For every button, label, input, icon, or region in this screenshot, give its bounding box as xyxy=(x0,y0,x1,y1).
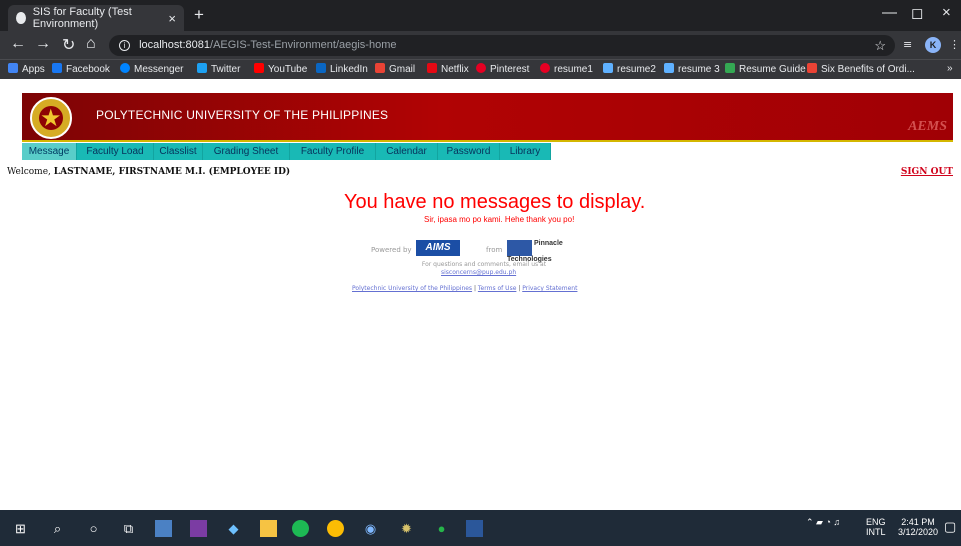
bookmark-twitter[interactable]: Twitter xyxy=(197,63,240,75)
windows-taskbar: ⊞ ⌕ ○ ⧉ ◆ ◉ ✹ ● ⌃ ▰ ◔ ♫ ENG INTL 2:41 PM 3… xyxy=(0,510,961,546)
bookmark-resume-guide[interactable]: Resume Guide xyxy=(725,63,806,75)
close-tab-icon[interactable]: × xyxy=(168,11,176,26)
app-icon[interactable]: ● xyxy=(433,520,450,537)
message-subtext: Sir, ipasa mo po kami. Hehe thank you po… xyxy=(424,215,575,224)
chrome-icon[interactable] xyxy=(327,520,344,537)
minimize-icon[interactable]: — xyxy=(882,4,897,21)
app-icon[interactable]: ◆ xyxy=(225,520,242,537)
file-explorer-icon[interactable] xyxy=(260,520,277,537)
bookmark-star-icon[interactable]: ☆ xyxy=(874,38,886,54)
start-icon[interactable]: ⊞ xyxy=(12,520,29,537)
more-bookmarks-icon[interactable]: » xyxy=(947,63,953,74)
tab-library[interactable]: Library xyxy=(500,143,551,160)
bookmark-resume2[interactable]: resume2 xyxy=(603,63,656,75)
cortana-icon[interactable]: ○ xyxy=(85,520,102,537)
reload-icon[interactable]: ↻ xyxy=(62,35,75,55)
new-tab-button[interactable]: + xyxy=(194,5,204,25)
browser-icon[interactable]: ◉ xyxy=(362,520,379,537)
url-host: localhost:8081 xyxy=(139,39,211,51)
onenote-icon[interactable] xyxy=(190,520,207,537)
home-icon[interactable]: ⌂ xyxy=(86,35,96,53)
privacy-statement-link[interactable]: Privacy Statement xyxy=(522,285,577,292)
support-email-link[interactable]: sisconcerns@pup.edu.ph xyxy=(441,269,516,276)
powered-by: Powered by AIMS from Pinnacle Technologi… xyxy=(371,239,591,263)
close-window-icon[interactable]: × xyxy=(942,4,951,21)
active-tab[interactable]: SIS for Faculty (Test Environment) × xyxy=(8,5,184,31)
university-seal-icon: ★ xyxy=(30,97,72,139)
bookmark-six-benefits[interactable]: Six Benefits of Ordi... xyxy=(807,63,915,75)
tab-calendar[interactable]: Calendar xyxy=(376,143,438,160)
welcome-prefix: Welcome, xyxy=(7,167,54,177)
tab-title: SIS for Faculty (Test Environment) xyxy=(32,6,132,30)
settings-icon[interactable]: ✹ xyxy=(398,520,415,537)
bookmark-messenger[interactable]: Messenger xyxy=(120,63,183,75)
footer-links: Polytechnic University of the Philippine… xyxy=(352,285,578,292)
bookmarks-bar: Apps Facebook Messenger Twitter YouTube … xyxy=(0,59,961,79)
system-tray-icons[interactable]: ⌃ ▰ ◔ ♫ xyxy=(806,517,840,528)
bookmark-resume1[interactable]: resume1 xyxy=(540,63,593,75)
bookmark-youtube[interactable]: YouTube xyxy=(254,63,307,75)
university-name: POLYTECHNIC UNIVERSITY OF THE PHILIPPINE… xyxy=(96,108,389,122)
aims-logo: AIMS xyxy=(416,240,460,256)
bookmark-pinterest[interactable]: Pinterest xyxy=(476,63,529,75)
tab-grading-sheet[interactable]: Grading Sheet xyxy=(203,143,290,160)
address-bar[interactable]: i localhost:8081/AEGIS-Test-Environment/… xyxy=(109,35,895,56)
terms-of-use-link[interactable]: Terms of Use xyxy=(478,285,516,292)
extensions-icon[interactable]: ≡ xyxy=(903,38,912,51)
input-language[interactable]: ENG INTL xyxy=(866,517,886,537)
url-path: /AEGIS-Test-Environment/aegis-home xyxy=(210,39,397,51)
clock[interactable]: 2:41 PM 3/12/2020 xyxy=(898,517,938,537)
forward-icon[interactable]: → xyxy=(35,35,51,53)
university-banner: ★ POLYTECHNIC UNIVERSITY OF THE PHILIPPI… xyxy=(22,93,953,142)
search-icon[interactable]: ⌕ xyxy=(49,520,66,537)
bookmark-facebook[interactable]: Facebook xyxy=(52,63,110,75)
powered-by-label: Powered by xyxy=(371,246,412,254)
pinnacle-logo: Pinnacle Technologies xyxy=(507,240,563,263)
welcome-message: Welcome, LASTNAME, FIRSTNAME M.I. (EMPLO… xyxy=(7,167,290,177)
spotify-icon[interactable] xyxy=(292,520,309,537)
bookmark-resume3[interactable]: resume 3 xyxy=(664,63,720,75)
back-icon[interactable]: ← xyxy=(10,35,26,53)
user-name: LASTNAME, FIRSTNAME M.I. (EMPLOYEE ID) xyxy=(53,167,291,177)
profile-avatar[interactable]: K xyxy=(925,37,941,53)
questions-text: For questions and comments, email us at xyxy=(421,261,547,268)
bookmark-gmail[interactable]: Gmail xyxy=(375,63,415,75)
tab-faculty-load[interactable]: Faculty Load xyxy=(77,143,154,160)
page-content: ★ POLYTECHNIC UNIVERSITY OF THE PHILIPPI… xyxy=(0,79,961,510)
browser-tab-strip: SIS for Faculty (Test Environment) × + —… xyxy=(0,0,961,31)
bookmark-netflix[interactable]: Netflix xyxy=(427,63,469,75)
site-icon xyxy=(16,12,26,24)
site-info-icon[interactable]: i xyxy=(119,40,130,51)
word-icon[interactable] xyxy=(466,520,483,537)
no-messages-text: You have no messages to display. xyxy=(344,191,646,213)
tab-message[interactable]: Message xyxy=(22,143,77,160)
menu-icon[interactable]: ⋮ xyxy=(949,38,960,51)
main-navigation: Message Faculty Load Classlist Grading S… xyxy=(22,143,551,160)
bookmark-linkedin[interactable]: LinkedIn xyxy=(316,63,368,75)
sign-out-link[interactable]: SIGN OUT xyxy=(901,167,953,177)
browser-toolbar: ← → ↻ ⌂ i localhost:8081/AEGIS-Test-Envi… xyxy=(0,31,961,59)
tab-faculty-profile[interactable]: Faculty Profile xyxy=(290,143,376,160)
tab-password[interactable]: Password xyxy=(438,143,500,160)
from-label: from xyxy=(486,246,503,254)
tab-classlist[interactable]: Classlist xyxy=(154,143,203,160)
bookmark-apps[interactable]: Apps xyxy=(8,63,45,75)
task-view-icon[interactable]: ⧉ xyxy=(120,520,137,537)
footer-university-link[interactable]: Polytechnic University of the Philippine… xyxy=(352,285,472,292)
system-logo: AEMS xyxy=(908,119,947,134)
notifications-icon[interactable]: ▢ xyxy=(944,519,956,535)
app-icon[interactable] xyxy=(155,520,172,537)
restore-icon[interactable]: ◻ xyxy=(911,4,923,22)
